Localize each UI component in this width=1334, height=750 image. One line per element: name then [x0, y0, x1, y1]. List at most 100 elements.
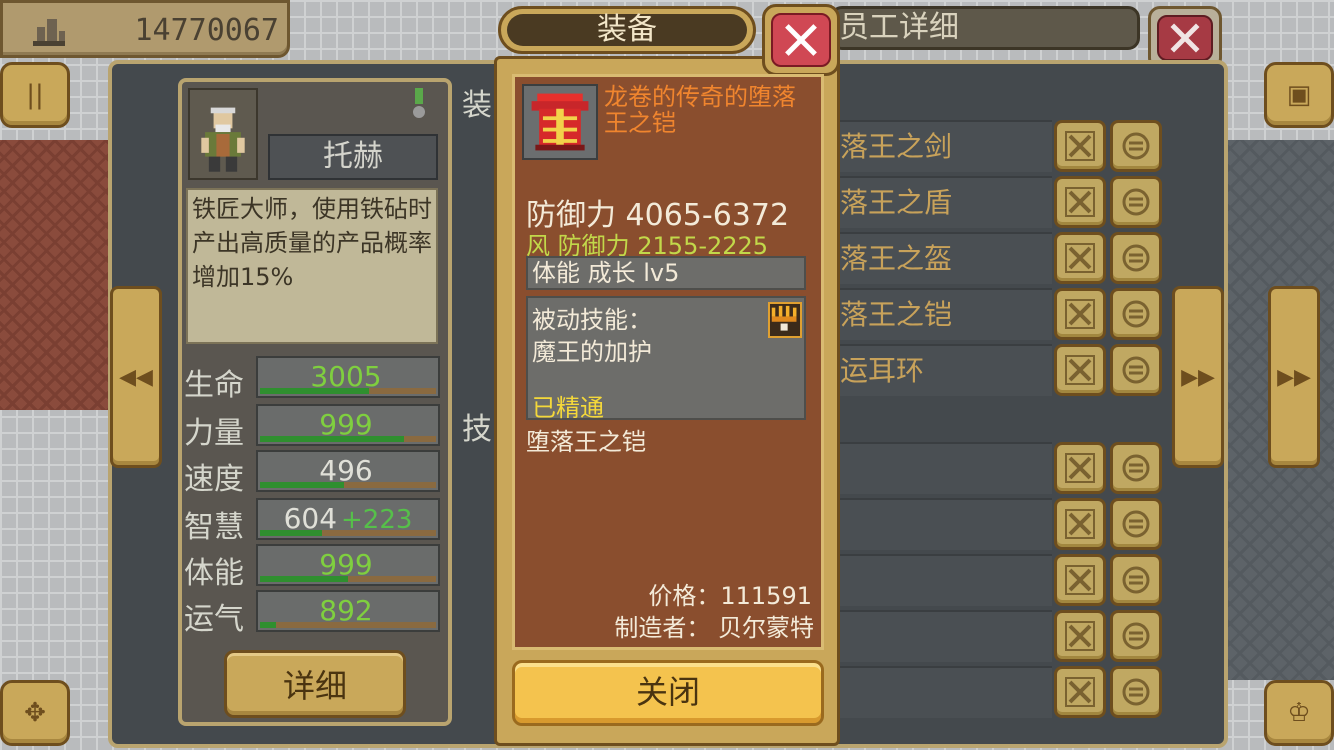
chevron-double-left-icon: ◀◀	[119, 364, 153, 390]
growth-stat: 体能 成长 lv5	[526, 256, 806, 290]
equipment-row[interactable]: 运耳环	[840, 344, 1052, 396]
passive-skill-box: 被动技能： 魔王的加护 已精通	[526, 296, 806, 422]
stat-label: 智慧	[184, 510, 244, 545]
skill-row[interactable]	[840, 442, 1052, 494]
prev-button[interactable]: ◀◀	[110, 286, 162, 468]
swap-icon	[1122, 188, 1150, 216]
stat-bar	[260, 436, 436, 442]
swap-icon	[1122, 622, 1150, 650]
item-description: 堕落王之铠	[526, 428, 646, 456]
equipment-row[interactable]: 落王之剑	[840, 120, 1052, 172]
stat-bar-fill	[260, 388, 370, 394]
swap-icon	[1122, 132, 1150, 160]
unequip-x-icon	[1065, 509, 1095, 539]
swap-button[interactable]	[1110, 232, 1162, 284]
stat-row: 速度 496	[184, 450, 444, 497]
unequip-x-icon	[1065, 565, 1095, 595]
stat-box: 496	[256, 450, 440, 492]
unequip-button[interactable]	[1054, 176, 1106, 228]
stat-box: 604 +223	[256, 498, 440, 540]
pause-button[interactable]: ||	[0, 62, 70, 128]
building-coin-icon	[33, 19, 65, 46]
item-maker: 制造者： 贝尔蒙特	[614, 614, 814, 642]
unequip-button[interactable]	[1054, 498, 1106, 550]
stat-bar-fill	[260, 436, 405, 442]
stat-row: 智慧 604 +223	[184, 498, 444, 545]
skill-title: 被动技能：	[532, 306, 652, 334]
coin-count: 14770067	[134, 13, 280, 48]
stat-label: 力量	[184, 416, 244, 451]
swap-button[interactable]	[1110, 176, 1162, 228]
unequip-button[interactable]	[1054, 442, 1106, 494]
next-page-button[interactable]: ▶▶	[1268, 286, 1320, 468]
unequip-button[interactable]	[1054, 554, 1106, 606]
stat-bar	[260, 576, 436, 582]
skill-crown-icon	[768, 302, 802, 338]
unequip-x-icon	[1065, 131, 1095, 161]
stat-box: 892	[256, 590, 440, 632]
equipment-section-header: 装	[462, 88, 492, 123]
unequip-x-icon	[1065, 187, 1095, 217]
equipment-row[interactable]: 落王之盾	[840, 176, 1052, 228]
next-button[interactable]: ▶▶	[1172, 286, 1224, 468]
unequip-x-icon	[1065, 453, 1095, 483]
crown-icon: ♔	[1287, 698, 1311, 728]
skill-name: 魔王的加护	[532, 338, 652, 366]
blacksmith-avatar-icon	[201, 107, 245, 172]
move-button[interactable]: ✥	[0, 680, 70, 746]
stat-box: 3005	[256, 356, 440, 398]
item-price: 价格：111591	[648, 582, 812, 610]
detail-button[interactable]: 详细	[224, 650, 406, 718]
close-button[interactable]: 关闭	[512, 660, 824, 726]
unequip-button[interactable]	[1054, 344, 1106, 396]
skill-status: 已精通	[532, 394, 604, 422]
swap-button[interactable]	[1110, 442, 1162, 494]
coin-bar: 14770067	[0, 0, 290, 58]
camera-button[interactable]: ▣	[1264, 62, 1334, 128]
crown-button[interactable]: ♔	[1264, 680, 1334, 746]
swap-icon	[1122, 678, 1150, 706]
stat-row: 运气 892	[184, 590, 444, 637]
unequip-button[interactable]	[1054, 666, 1106, 718]
skill-row[interactable]	[840, 610, 1052, 662]
swap-icon	[1122, 454, 1150, 482]
swap-button[interactable]	[1110, 554, 1162, 606]
stat-bar-fill	[260, 530, 322, 536]
swap-button[interactable]	[1110, 498, 1162, 550]
swap-button[interactable]	[1110, 288, 1162, 340]
unequip-button[interactable]	[1054, 288, 1106, 340]
equipment-row[interactable]: 落王之盔	[840, 232, 1052, 284]
stat-box: 999	[256, 544, 440, 586]
item-name: 龙卷的传奇的堕落王之铠	[604, 83, 796, 137]
unequip-x-icon	[1065, 299, 1095, 329]
stat-bar-fill	[260, 576, 348, 582]
modal-title: 装备	[507, 14, 747, 46]
chevron-double-right-icon: ▶▶	[1277, 364, 1311, 390]
skill-row[interactable]	[840, 498, 1052, 550]
unequip-button[interactable]	[1054, 232, 1106, 284]
swap-button[interactable]	[1110, 120, 1162, 172]
unequip-button[interactable]	[1054, 610, 1106, 662]
character-portrait	[188, 88, 258, 180]
swap-icon	[1122, 510, 1150, 538]
skill-row[interactable]	[840, 666, 1052, 718]
modal-close-x-button[interactable]	[762, 4, 840, 76]
skills-section-header: 技	[462, 412, 492, 447]
swap-button[interactable]	[1110, 666, 1162, 718]
chevron-double-right-icon: ▶▶	[1181, 364, 1215, 390]
equipment-row[interactable]: 落王之铠	[840, 288, 1052, 340]
background-carpet	[0, 140, 110, 410]
swap-button[interactable]	[1110, 344, 1162, 396]
swap-button[interactable]	[1110, 610, 1162, 662]
unequip-x-icon	[1065, 355, 1095, 385]
unequip-x-icon	[1065, 243, 1095, 273]
swap-icon	[1122, 566, 1150, 594]
stat-row: 体能 999	[184, 544, 444, 591]
armor-item-icon	[522, 84, 598, 160]
medal-icon	[413, 88, 425, 118]
modal-title-bar: 装备	[498, 6, 756, 54]
unequip-x-icon	[1065, 621, 1095, 651]
skill-row[interactable]	[840, 554, 1052, 606]
unequip-button[interactable]	[1054, 120, 1106, 172]
character-name: 托赫	[268, 134, 438, 180]
